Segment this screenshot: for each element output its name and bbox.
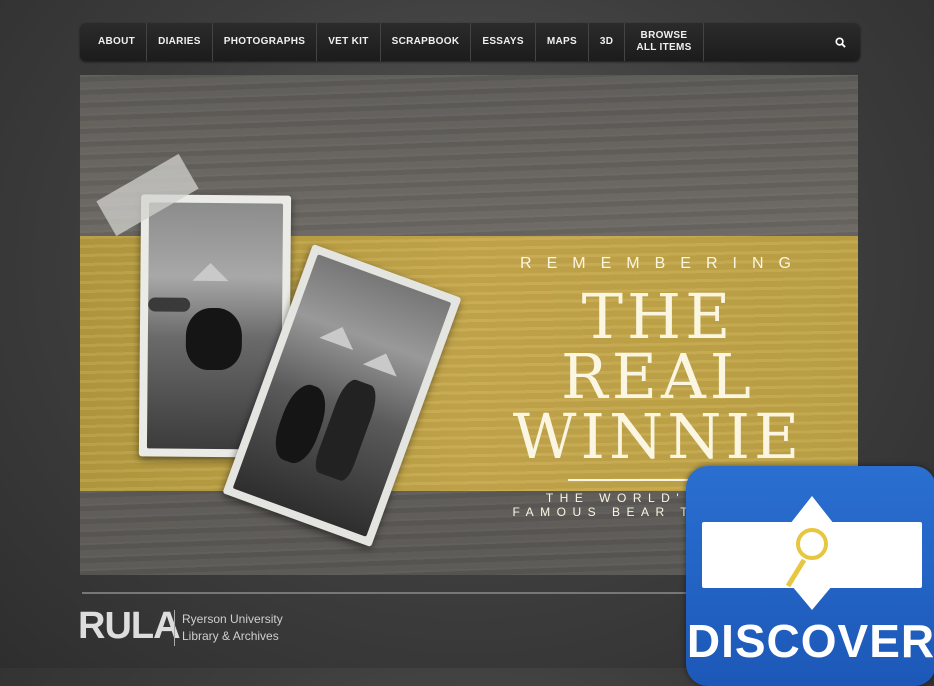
- search-icon: [834, 36, 846, 48]
- org-name-line2: Library & Archives: [182, 629, 279, 643]
- nav-scrapbook[interactable]: SCRAPBOOK: [381, 23, 472, 61]
- main-nav: ABOUT DIARIES PHOTOGRAPHS VET KIT SCRAPB…: [80, 23, 860, 61]
- nav-about[interactable]: ABOUT: [80, 23, 148, 61]
- nav-diaries[interactable]: DIARIES: [147, 23, 213, 61]
- nav-browse-all-items[interactable]: BROWSE ALL ITEMS: [625, 23, 704, 61]
- hero-headline: THE REAL WINNIE: [478, 280, 838, 473]
- hero-headline-line1: THE REAL: [561, 280, 755, 413]
- badge-notch-bottom: [792, 586, 832, 610]
- nav-vet-kit[interactable]: VET KIT: [317, 23, 381, 61]
- rula-logo[interactable]: RULA: [78, 605, 181, 648]
- hero-headline-line2: WINNIE: [512, 400, 804, 473]
- org-name-line1: Ryerson University: [182, 612, 283, 626]
- magnifier-icon: [785, 528, 828, 588]
- bear-figure: [185, 307, 243, 371]
- tent-shape: [192, 262, 229, 282]
- logo-separator: [174, 610, 175, 646]
- nav-3d[interactable]: 3D: [589, 23, 626, 61]
- discover-app-badge[interactable]: DISCOVER: [686, 466, 934, 686]
- search-button[interactable]: [820, 23, 860, 61]
- nav-maps[interactable]: MAPS: [536, 23, 589, 61]
- nav-photographs[interactable]: PHOTOGRAPHS: [213, 23, 318, 61]
- hero-kicker: REMEMBERING: [520, 255, 806, 272]
- org-name: Ryerson University Library & Archives: [182, 611, 283, 645]
- nav-essays[interactable]: ESSAYS: [471, 23, 536, 61]
- tent-shape: [319, 320, 360, 351]
- badge-card: [702, 522, 922, 588]
- badge-notch-top: [790, 496, 834, 524]
- soldier-arm: [148, 297, 191, 312]
- tent-shape: [362, 347, 403, 377]
- badge-label: DISCOVER: [686, 615, 934, 667]
